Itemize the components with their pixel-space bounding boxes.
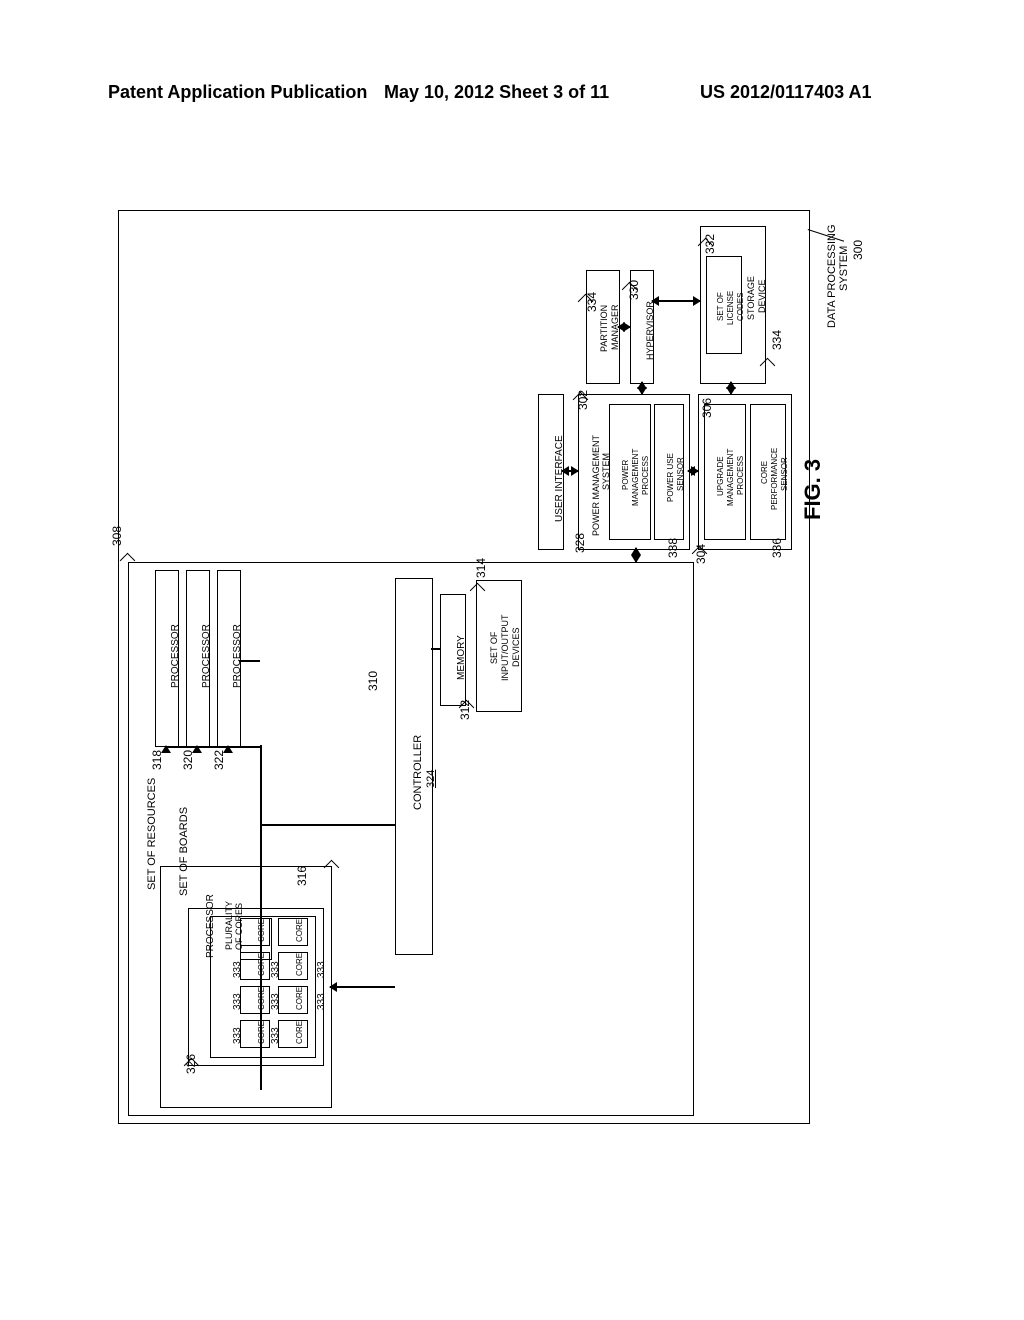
ref-333-e: 333 bbox=[232, 1027, 243, 1044]
ref-338: 338 bbox=[666, 538, 680, 558]
ref-336: 336 bbox=[770, 538, 784, 558]
controller-label: CONTROLLER bbox=[412, 735, 424, 810]
ump-mid: MANAGEMENT bbox=[726, 449, 735, 506]
cps-top: CORE bbox=[760, 461, 769, 484]
page: Patent Application Publication May 10, 2… bbox=[0, 0, 1024, 1320]
system-title-top: DATA PROCESSING bbox=[826, 224, 838, 328]
plurality-top: PLURALITY bbox=[224, 901, 234, 950]
ref-333-a: 333 bbox=[232, 993, 243, 1010]
storage-bot: DEVICE bbox=[757, 279, 767, 313]
lic-bot: CODES bbox=[736, 293, 745, 321]
cps-bot: SENSOR bbox=[780, 457, 789, 491]
memory-label: MEMORY bbox=[456, 635, 467, 680]
ref-300: 300 bbox=[851, 240, 865, 260]
ref-333-d: 333 bbox=[270, 961, 281, 978]
proc-318-label: PROCESSOR bbox=[170, 624, 181, 688]
ref-308: 308 bbox=[110, 526, 124, 546]
ref-333-b: 333 bbox=[270, 993, 281, 1010]
io-mid: INPUT/OUTPUT bbox=[500, 615, 510, 682]
arrow-res-pms bbox=[635, 548, 637, 562]
ref-306: 306 bbox=[700, 398, 714, 418]
partition-top: PARTITION bbox=[599, 305, 609, 352]
ref-316: 316 bbox=[295, 866, 309, 886]
pus-bot: SENSOR bbox=[676, 457, 685, 491]
arrow-pm-hv bbox=[618, 326, 630, 328]
bus-h bbox=[260, 824, 395, 826]
pmp-mid: MANAGEMENT bbox=[631, 449, 640, 506]
arrow-pms-upgrade bbox=[688, 470, 698, 472]
io-bot: DEVICES bbox=[511, 627, 521, 667]
user-interface-label: USER INTERFACE bbox=[554, 435, 565, 522]
ref-333-h: 333 bbox=[316, 993, 327, 1010]
ref-333-g: 333 bbox=[316, 961, 327, 978]
arrow-p322 bbox=[227, 746, 229, 747]
ump-bot: PROCESS bbox=[736, 456, 745, 495]
pmp-top: POWER bbox=[621, 460, 630, 490]
set-of-boards-label: SET OF BOARDS bbox=[178, 807, 190, 896]
header-right: US 2012/0117403 A1 bbox=[700, 82, 871, 103]
bus-br1 bbox=[239, 660, 260, 662]
io-top: SET OF bbox=[489, 632, 499, 664]
arrow-p320 bbox=[196, 746, 198, 747]
storage-top: STORAGE bbox=[746, 276, 756, 320]
set-of-resources-label: SET OF RESOURCES bbox=[146, 778, 158, 890]
pus-top: POWER USE bbox=[666, 453, 675, 502]
lic-top: SET OF bbox=[716, 292, 725, 321]
pms-label: POWER MANAGEMENT bbox=[591, 435, 601, 536]
ref-333-c: 333 bbox=[232, 961, 243, 978]
ref-314: 314 bbox=[474, 558, 488, 578]
pmp-bot: PROCESS bbox=[641, 456, 650, 495]
ref-334b: 334 bbox=[770, 330, 784, 350]
ref-333-f: 333 bbox=[270, 1027, 281, 1044]
header-mid: May 10, 2012 Sheet 3 of 11 bbox=[384, 82, 609, 103]
proc-322-label: PROCESSOR bbox=[232, 624, 243, 688]
bus-v bbox=[260, 745, 262, 1090]
system-title-bot: SYSTEM bbox=[838, 246, 850, 291]
ump-top: UPGRADE bbox=[716, 456, 725, 496]
header-left: Patent Application Publication bbox=[108, 82, 367, 103]
arrow-upgrade-storage bbox=[730, 382, 732, 394]
figure-label: FIG. 3 bbox=[800, 459, 826, 520]
bus-top-h bbox=[165, 746, 260, 748]
arrow-ui-pms bbox=[562, 470, 578, 472]
lic-mid: LICENSE bbox=[726, 291, 735, 325]
hypervisor-label: HYPERVISOR bbox=[645, 301, 655, 360]
arrow-hv-pms bbox=[641, 382, 643, 394]
proc-320-label: PROCESSOR bbox=[201, 624, 212, 688]
ctrl-mem-line bbox=[431, 648, 440, 650]
ref-310: 310 bbox=[366, 671, 380, 691]
arrow-hv-storage bbox=[652, 300, 700, 302]
cps-mid: PERFORMANCE bbox=[770, 448, 779, 510]
ref-324: 324 bbox=[425, 770, 437, 788]
ref-328: 328 bbox=[573, 533, 587, 553]
arrow-to-boards bbox=[330, 986, 395, 988]
arrow-p318 bbox=[165, 746, 167, 747]
